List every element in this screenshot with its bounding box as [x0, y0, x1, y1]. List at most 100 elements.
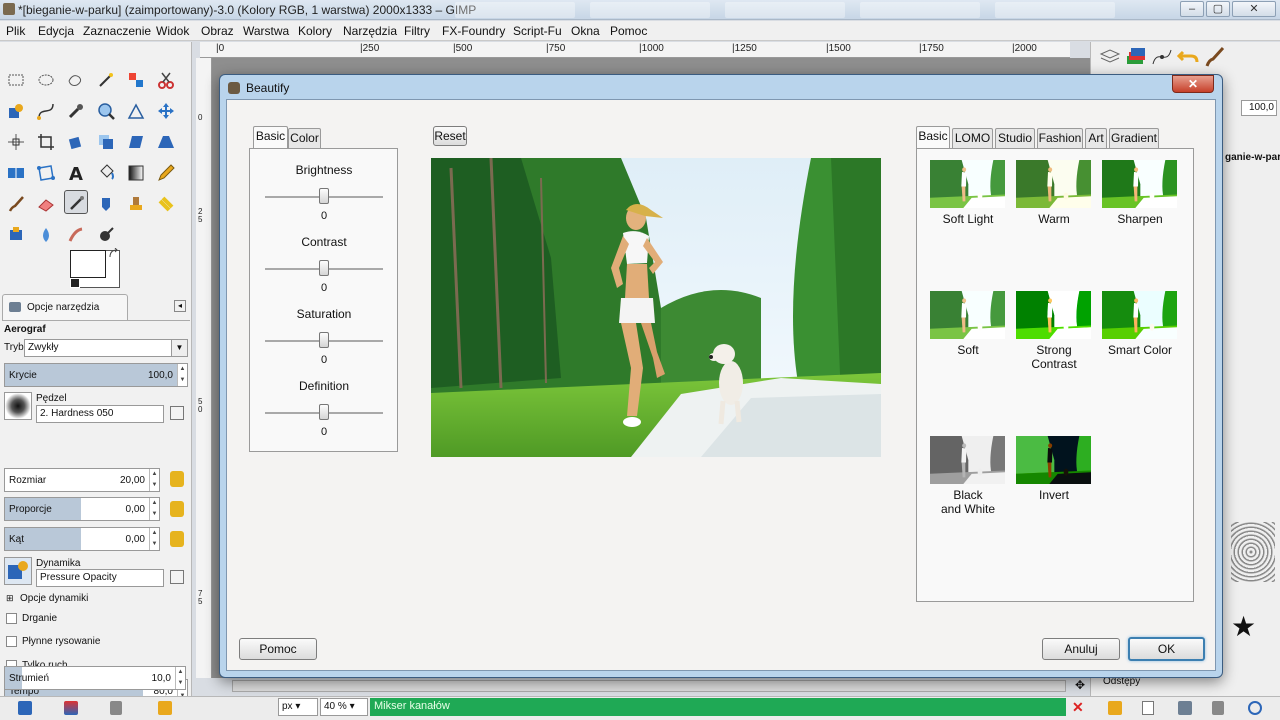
fuzzy-select-icon[interactable] [94, 68, 118, 92]
perspective-icon[interactable] [154, 130, 178, 154]
preset-thumb[interactable] [930, 160, 1005, 208]
preset-thumb[interactable] [930, 436, 1005, 484]
menu-select[interactable]: Zaznaczenie [83, 24, 151, 38]
tab-gradient[interactable]: Gradient [1109, 128, 1159, 148]
spin-icon[interactable]: ▲▼ [149, 498, 159, 520]
delete-icon[interactable] [110, 701, 122, 715]
tab-studio[interactable]: Studio [995, 128, 1035, 148]
ink-icon[interactable] [94, 192, 118, 216]
color-picker-icon[interactable] [64, 99, 88, 123]
menu-edit[interactable]: Edycja [38, 24, 74, 38]
move-icon[interactable] [154, 99, 178, 123]
tab-art[interactable]: Art [1085, 128, 1107, 148]
menu-layer[interactable]: Warstwa [243, 24, 289, 38]
layer-opacity-field[interactable]: 100,0 [1241, 100, 1277, 116]
layer-name[interactable]: ganie-w-park [1225, 152, 1280, 163]
rect-select-icon[interactable] [4, 68, 28, 92]
tool-options-tab[interactable]: Opcje narzędzia [2, 294, 128, 320]
menu-help[interactable]: Pomoc [610, 24, 647, 38]
window-close-button[interactable]: ✕ [1232, 1, 1276, 17]
dynamics-options-expander[interactable]: Opcje dynamiki [20, 593, 88, 604]
scissors-icon[interactable] [154, 68, 178, 92]
opacity-slider[interactable]: Krycie 100,0 ▲ ▼ [4, 363, 188, 387]
ellipse-select-icon[interactable] [34, 68, 58, 92]
contrast-slider-thumb[interactable] [319, 260, 329, 276]
shear-icon[interactable] [124, 130, 148, 154]
edit-dynamics-icon[interactable] [170, 570, 184, 584]
star-brush-icon[interactable]: ★ [1231, 610, 1256, 643]
saturation-slider-thumb[interactable] [319, 332, 329, 348]
restore-icon[interactable] [64, 701, 78, 715]
align-icon[interactable] [4, 130, 28, 154]
jitter-checkbox[interactable] [6, 613, 17, 624]
size-slider[interactable]: Rozmiar 20,00 ▲ ▼ [4, 468, 160, 492]
dialog-close-button[interactable]: ✕ [1172, 75, 1214, 93]
menu-filters[interactable]: Filtry [404, 24, 430, 38]
flow-slider[interactable]: Strumień 10,0 ▲ ▼ [4, 666, 186, 690]
zoom-select[interactable]: 40 % ▾ [320, 698, 368, 716]
scale-icon[interactable] [94, 130, 118, 154]
paintbrush-icon[interactable] [4, 192, 28, 216]
eraser-icon[interactable] [34, 192, 58, 216]
menu-tools[interactable]: Narzędzia [343, 24, 397, 38]
menu-fx-foundry[interactable]: FX-Foundry [442, 24, 505, 38]
blend-icon[interactable] [124, 161, 148, 185]
maximize-button[interactable]: ▢ [1206, 1, 1230, 17]
pencil-icon[interactable] [154, 161, 178, 185]
smudge-icon[interactable] [64, 223, 88, 247]
flip-icon[interactable] [4, 161, 28, 185]
free-select-icon[interactable] [64, 68, 88, 92]
reset-button[interactable]: Reset [433, 126, 467, 146]
reset-size-icon[interactable] [170, 471, 184, 487]
tab-lomo[interactable]: LOMO [952, 128, 993, 148]
brush-grid-preview[interactable] [1231, 522, 1275, 582]
spin-icon[interactable]: ▲▼ [177, 364, 187, 386]
reset-icon[interactable] [158, 701, 172, 715]
menu-view[interactable]: Widok [156, 24, 189, 38]
bucket-fill-icon[interactable] [94, 161, 118, 185]
foreground-select-icon[interactable] [4, 99, 28, 123]
tab-basic-adjust[interactable]: Basic [253, 126, 288, 148]
help-button[interactable]: Pomoc [239, 638, 317, 660]
definition-slider-thumb[interactable] [319, 404, 329, 420]
menu-script-fu[interactable]: Script-Fu [513, 24, 562, 38]
unit-select[interactable]: px ▾ [278, 698, 318, 716]
minimize-button[interactable]: – [1180, 1, 1204, 17]
edit-icon[interactable] [1108, 701, 1122, 715]
save-icon[interactable] [18, 701, 32, 715]
tab-color-adjust[interactable]: Color [288, 128, 321, 148]
paths-icon[interactable] [34, 99, 58, 123]
crop-icon[interactable] [34, 130, 58, 154]
brushes-icon[interactable] [1203, 46, 1227, 70]
duplicate-icon[interactable] [1178, 701, 1192, 715]
heal-icon[interactable] [154, 192, 178, 216]
dodge-burn-icon[interactable] [94, 223, 118, 247]
ok-button[interactable]: OK [1128, 637, 1205, 661]
layers-icon[interactable] [1099, 46, 1123, 70]
default-colors-icon[interactable] [70, 278, 80, 288]
dynamics-icon[interactable] [4, 557, 32, 585]
horizontal-scrollbar[interactable] [232, 680, 1066, 692]
clone-icon[interactable] [124, 192, 148, 216]
edit-brush-icon[interactable] [170, 406, 184, 420]
dynamics-field[interactable]: Pressure Opacity [36, 569, 164, 587]
tab-basic-presets[interactable]: Basic [916, 126, 950, 148]
brightness-slider-thumb[interactable] [319, 188, 329, 204]
menu-colors[interactable]: Kolory [298, 24, 332, 38]
mode-select[interactable]: Zwykły ▼ [24, 339, 188, 357]
zoom-icon[interactable] [94, 99, 118, 123]
preset-thumb[interactable] [1016, 160, 1091, 208]
spin-icon[interactable]: ▲▼ [149, 469, 159, 491]
refresh-icon[interactable] [1248, 701, 1262, 715]
expander-plus-icon[interactable]: ⊞ [6, 593, 14, 604]
tab-menu-icon[interactable]: ◂ [174, 300, 186, 312]
blur-icon[interactable] [34, 223, 58, 247]
channels-icon[interactable] [1125, 46, 1149, 70]
spin-icon[interactable]: ▲▼ [175, 667, 185, 689]
ratio-slider[interactable]: Proporcje 0,00 ▲ ▼ [4, 497, 160, 521]
preset-thumb[interactable] [1102, 160, 1177, 208]
paths-dock-icon[interactable] [1151, 46, 1175, 70]
rotate-icon[interactable] [64, 130, 88, 154]
swap-colors-icon[interactable] [108, 247, 120, 260]
airbrush-icon[interactable] [64, 190, 88, 214]
